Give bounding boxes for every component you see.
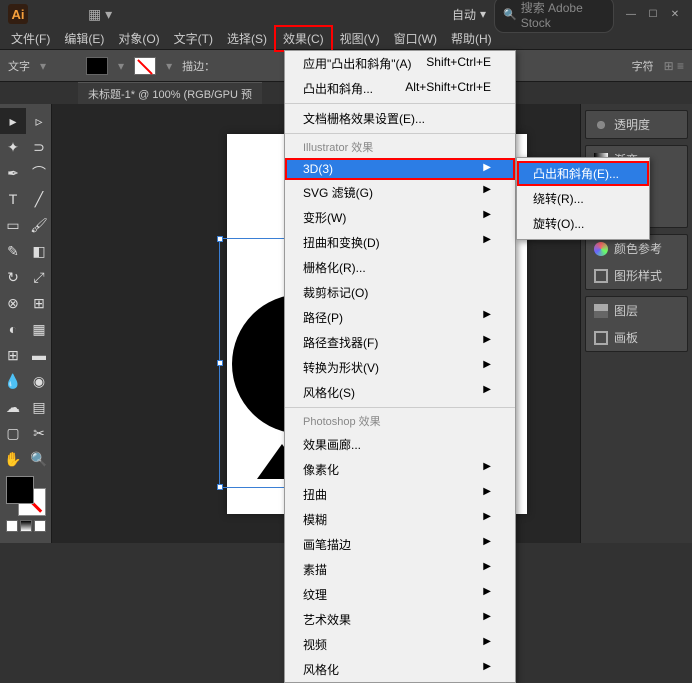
mode-gradient[interactable] [20, 520, 32, 532]
maximize-button[interactable]: ☐ [644, 7, 662, 21]
char-label[interactable]: 字符 [632, 58, 654, 74]
menu-stylize-ps[interactable]: 风格化▶ [285, 657, 515, 682]
menu-sketch[interactable]: 素描▶ [285, 557, 515, 582]
menu-file[interactable]: 文件(F) [4, 27, 57, 50]
menu-distort-ps[interactable]: 扭曲▶ [285, 482, 515, 507]
slice-tool[interactable]: ✂ [26, 420, 52, 446]
lasso-tool[interactable]: ⊃ [26, 134, 52, 160]
menu-video[interactable]: 视频▶ [285, 632, 515, 657]
menu-3d[interactable]: 3D(3)▶ [285, 158, 515, 180]
zoom-tool[interactable]: 🔍 [26, 446, 52, 472]
shaper-tool[interactable]: ✎ [0, 238, 26, 264]
panel-artboards[interactable]: 画板 [586, 324, 687, 351]
stroke-label: 描边： [182, 58, 215, 74]
menu-pixelate[interactable]: 像素化▶ [285, 457, 515, 482]
minimize-button[interactable]: — [622, 7, 640, 21]
menu-svg-filter[interactable]: SVG 滤镜(G)▶ [285, 180, 515, 205]
panel-graphic-styles[interactable]: 图形样式 [586, 262, 687, 289]
menu-convert-shape[interactable]: 转换为形状(V)▶ [285, 355, 515, 380]
line-tool[interactable]: ╱ [26, 186, 52, 212]
workspace-dropdown[interactable]: 自动 ▾ [452, 6, 486, 23]
rectangle-tool[interactable]: ▭ [0, 212, 26, 238]
gradient-tool[interactable]: ▬ [26, 342, 52, 368]
hand-tool[interactable]: ✋ [0, 446, 26, 472]
selection-tool[interactable]: ▸ [0, 108, 26, 134]
pen-tool[interactable]: ✒ [0, 160, 26, 186]
free-transform-tool[interactable]: ⊞ [26, 290, 52, 316]
perspective-tool[interactable]: ▦ [26, 316, 52, 342]
menu-select[interactable]: 选择(S) [220, 27, 274, 50]
width-tool[interactable]: ⊗ [0, 290, 26, 316]
menu-crop-marks[interactable]: 裁剪标记(O) [285, 280, 515, 305]
shape-builder-tool[interactable]: ◐ [0, 316, 26, 342]
mode-color[interactable] [6, 520, 18, 532]
menu-effect-gallery[interactable]: 效果画廊... [285, 432, 515, 457]
menu-effect[interactable]: 效果(C) [274, 25, 333, 52]
magic-wand-tool[interactable]: ✦ [0, 134, 26, 160]
curvature-tool[interactable]: ⌒ [26, 160, 52, 186]
menu-apply-extrude[interactable]: 应用"凸出和斜角"(A)Shift+Ctrl+E [285, 51, 515, 76]
panel-layers[interactable]: 图层 [586, 297, 687, 324]
menu-view[interactable]: 视图(V) [333, 27, 387, 50]
rotate-tool[interactable]: ↻ [0, 264, 26, 290]
graph-tool[interactable]: ▤ [26, 394, 52, 420]
fill-swatch[interactable] [86, 57, 108, 75]
menu-warp[interactable]: 变形(W)▶ [285, 205, 515, 230]
stock-search-input[interactable]: 🔍 搜索 Adobe Stock [494, 0, 614, 33]
menu-stylize[interactable]: 风格化(S)▶ [285, 380, 515, 405]
section-photoshop: Photoshop 效果 [285, 410, 515, 432]
eyedropper-tool[interactable]: 💧 [0, 368, 26, 394]
menu-edit[interactable]: 编辑(E) [57, 27, 111, 50]
menu-window[interactable]: 窗口(W) [387, 27, 444, 50]
3d-submenu: 凸出和斜角(E)... 绕转(R)... 旋转(O)... [516, 157, 650, 240]
effect-menu-dropdown: 应用"凸出和斜角"(A)Shift+Ctrl+E 凸出和斜角...Alt+Shi… [284, 50, 516, 683]
panel-transparency[interactable]: 透明度 [586, 111, 687, 138]
mode-none[interactable] [34, 520, 46, 532]
app-icon: Ai [8, 4, 28, 24]
document-tab[interactable]: 未标题-1* @ 100% (RGB/GPU 预 [78, 82, 262, 105]
menu-blur[interactable]: 模糊▶ [285, 507, 515, 532]
menu-distort-transform[interactable]: 扭曲和变换(D)▶ [285, 230, 515, 255]
layout-picker-icon[interactable]: ▦ ▾ [88, 6, 112, 23]
menu-help[interactable]: 帮助(H) [444, 27, 499, 50]
submenu-revolve[interactable]: 绕转(R)... [517, 186, 649, 211]
menu-doc-raster[interactable]: 文档栅格效果设置(E)... [285, 106, 515, 131]
brush-tool[interactable]: 🖌 [26, 212, 52, 238]
section-illustrator: Illustrator 效果 [285, 136, 515, 158]
type-tool[interactable]: T [0, 186, 26, 212]
symbol-tool[interactable]: ☁ [0, 394, 26, 420]
menu-artistic[interactable]: 艺术效果▶ [285, 607, 515, 632]
scale-tool[interactable]: ⤢ [26, 264, 52, 290]
mesh-tool[interactable]: ⊞ [0, 342, 26, 368]
menu-pathfinder[interactable]: 路径查找器(F)▶ [285, 330, 515, 355]
menu-object[interactable]: 对象(O) [111, 27, 166, 50]
close-button[interactable]: ✕ [666, 7, 684, 21]
menu-path[interactable]: 路径(P)▶ [285, 305, 515, 330]
direct-selection-tool[interactable]: ▹ [26, 108, 52, 134]
artboard-tool[interactable]: ▢ [0, 420, 26, 446]
blend-tool[interactable]: ◉ [26, 368, 52, 394]
eraser-tool[interactable]: ◧ [26, 238, 52, 264]
toolbox: ▸ ▹ ✦ ⊃ ✒ ⌒ T ╱ ▭ 🖌 ✎ ◧ ↻ ⤢ ⊗ ⊞ ◐ ▦ ⊞ ▬ … [0, 104, 52, 543]
menu-rasterize[interactable]: 栅格化(R)... [285, 255, 515, 280]
submenu-rotate[interactable]: 旋转(O)... [517, 211, 649, 236]
submenu-extrude-bevel[interactable]: 凸出和斜角(E)... [517, 161, 649, 186]
menu-brush-strokes[interactable]: 画笔描边▶ [285, 532, 515, 557]
menu-type[interactable]: 文字(T) [167, 27, 220, 50]
stroke-swatch[interactable] [134, 57, 156, 75]
type-label: 文字 [8, 58, 30, 74]
menu-extrude-bevel[interactable]: 凸出和斜角...Alt+Shift+Ctrl+E [285, 76, 515, 101]
menu-texture[interactable]: 纹理▶ [285, 582, 515, 607]
fill-stroke-swatches[interactable] [6, 476, 46, 516]
